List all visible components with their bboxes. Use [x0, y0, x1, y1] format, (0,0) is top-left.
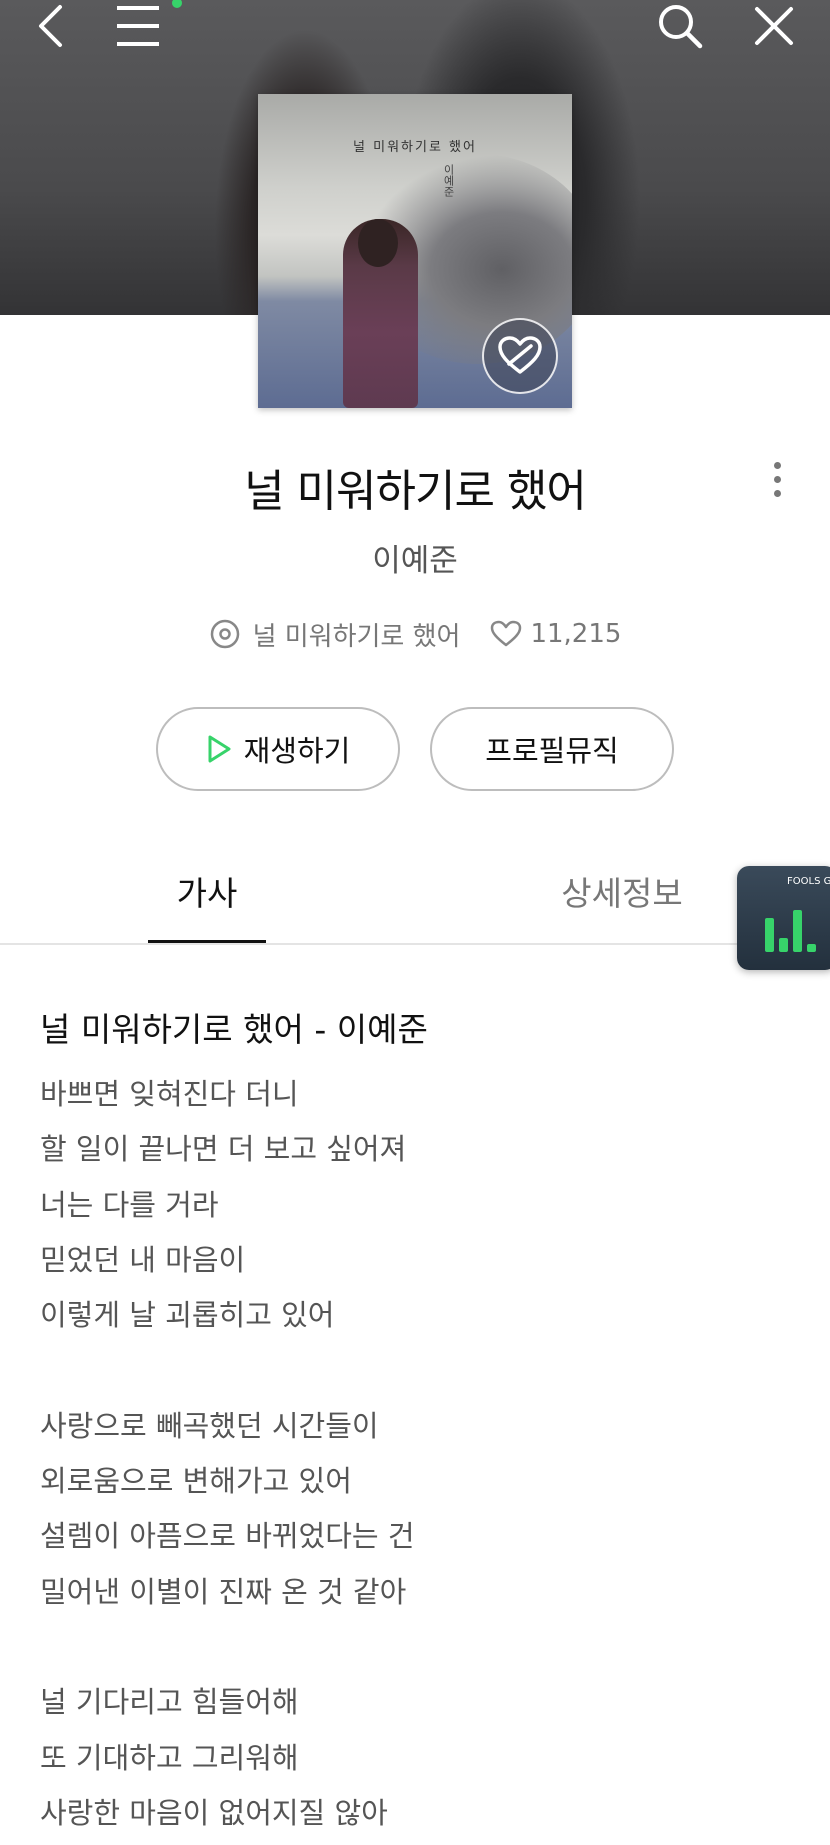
- mini-player[interactable]: FOOLS GARDE: [737, 866, 830, 970]
- lyric-line: 할 일이 끝나면 더 보고 싶어져: [40, 1132, 407, 1167]
- close-icon: [755, 7, 793, 45]
- menu-icon: [117, 6, 159, 46]
- close-button[interactable]: [744, 0, 804, 52]
- cover-artist-text: 이예준: [442, 164, 455, 197]
- artist-name[interactable]: 이예준: [0, 535, 830, 580]
- lyric-line: 너는 다를 거라: [40, 1187, 219, 1222]
- action-buttons: 재생하기 프로필뮤직: [0, 707, 830, 791]
- play-button[interactable]: 재생하기: [156, 707, 400, 791]
- lyrics-heading: 널 미워하기로 했어 - 이예준: [40, 1010, 428, 1049]
- equalizer-icon: [765, 906, 816, 952]
- mini-player-label: FOOLS GARDE: [787, 876, 830, 887]
- tab-details[interactable]: 상세정보: [550, 855, 694, 943]
- chevron-left-icon: [39, 5, 62, 47]
- lyric-line: 사랑한 마음이 없어지질 않아: [40, 1795, 388, 1830]
- lyric-line: 믿었던 내 마음이: [40, 1242, 246, 1277]
- notification-dot: [172, 0, 182, 8]
- meta-row: 널 미워하기로 했어 11,215: [0, 612, 830, 656]
- lyric-line: [40, 1343, 740, 1398]
- cover-title-text: 널 미워하기로 했어: [353, 140, 477, 155]
- lyric-line: 외로움으로 변해가고 있어: [40, 1464, 352, 1499]
- heart-icon: [491, 620, 522, 647]
- more-dot-icon: [773, 462, 781, 469]
- back-button[interactable]: [20, 0, 80, 52]
- song-title: 널 미워하기로 했어: [244, 466, 587, 517]
- like-count: 11,215: [530, 619, 622, 649]
- more-options-button[interactable]: [762, 456, 792, 508]
- disc-icon: [210, 619, 239, 649]
- search-button[interactable]: [650, 0, 710, 52]
- lyric-line: [40, 1620, 740, 1675]
- search-icon: [659, 5, 703, 49]
- lyric-line: 밀어낸 이별이 진짜 온 것 같아: [40, 1574, 407, 1609]
- album-name: 널 미워하기로 했어: [252, 621, 461, 652]
- tab-lyrics[interactable]: 가사: [148, 855, 266, 943]
- more-dot-icon: [773, 490, 781, 497]
- lyric-line: 이렇게 날 괴롭히고 있어: [40, 1298, 335, 1333]
- lyric-line: 바쁘면 잊혀진다 더니: [40, 1077, 299, 1111]
- more-dot-icon: [773, 476, 781, 483]
- tab-bar: 가사 상세정보: [0, 855, 830, 945]
- album-link[interactable]: 널 미워하기로 했어: [209, 616, 461, 653]
- lyric-line: 사랑으로 빼곡했던 시간들이: [40, 1408, 379, 1443]
- lyric-line: 또 기대하고 그리워해: [40, 1740, 299, 1775]
- top-bar: [0, 0, 830, 60]
- heart-badge-icon: [498, 336, 542, 374]
- like-count-button[interactable]: 11,215: [490, 619, 621, 649]
- menu-button[interactable]: [108, 0, 168, 52]
- lyrics-section: 널 미워하기로 했어 - 이예준 바쁘면 잊혀진다 더니 할 일이 끝나면 더 …: [40, 1005, 740, 1841]
- profile-music-button[interactable]: 프로필뮤직: [430, 707, 674, 791]
- play-icon: [208, 735, 231, 763]
- lyric-line: 널 기다리고 힘들어해: [40, 1685, 299, 1720]
- play-label: 재생하기: [243, 734, 351, 768]
- profile-music-label: 프로필뮤직: [485, 734, 619, 768]
- lyric-line: 설렘이 아픔으로 바뀌었다는 건: [40, 1519, 415, 1554]
- like-badge-button[interactable]: [482, 318, 558, 394]
- cover-figure-head: [358, 219, 398, 267]
